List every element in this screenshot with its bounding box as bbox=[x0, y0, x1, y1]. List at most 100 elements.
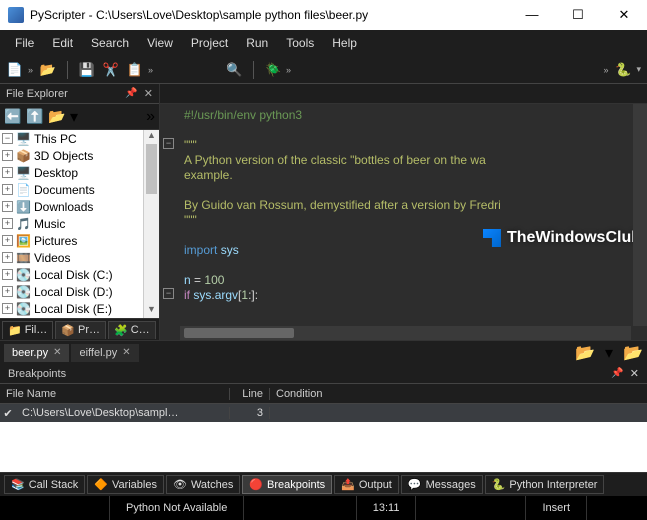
expand-icon[interactable]: + bbox=[2, 150, 13, 161]
code-line[interactable]: By Guido van Rossum, demystified after a… bbox=[184, 198, 631, 213]
expand-icon[interactable]: + bbox=[2, 167, 13, 178]
tree-item[interactable]: +⬇️Downloads bbox=[0, 198, 159, 215]
open-folder-icon[interactable]: 📂 bbox=[575, 343, 595, 363]
code-line[interactable]: """ bbox=[184, 138, 631, 153]
tab-file-explorer[interactable]: 📁Fil… bbox=[2, 321, 53, 339]
tool-tab-output[interactable]: 📤Output bbox=[334, 475, 399, 494]
expand-icon[interactable]: + bbox=[2, 184, 13, 195]
code-line[interactable] bbox=[184, 183, 631, 198]
code-line[interactable]: example. bbox=[184, 168, 631, 183]
debug-icon[interactable]: 🪲 bbox=[264, 61, 282, 79]
tree-scrollbar[interactable]: ▲ ▼ bbox=[143, 130, 159, 318]
editor-tab[interactable]: beer.py✕ bbox=[4, 344, 69, 362]
tree-item[interactable]: +🖼️Pictures bbox=[0, 232, 159, 249]
tree-item[interactable]: +📄Documents bbox=[0, 181, 159, 198]
col-file-name[interactable]: File Name bbox=[0, 388, 230, 400]
expand-icon[interactable]: + bbox=[2, 235, 13, 246]
code-line[interactable]: if sys.argv[1:]: bbox=[184, 288, 631, 303]
code-line[interactable]: A Python version of the classic "bottles… bbox=[184, 153, 631, 168]
code-line[interactable] bbox=[184, 258, 631, 273]
code-line[interactable] bbox=[184, 228, 631, 243]
open-file-icon[interactable]: 📂 bbox=[39, 61, 57, 79]
tree-root[interactable]: − 🖥️ This PC bbox=[0, 130, 159, 147]
chevron-down-icon[interactable]: » bbox=[146, 108, 155, 126]
tab-code[interactable]: 🧩C… bbox=[108, 321, 156, 339]
tree-item[interactable]: +🎵Music bbox=[0, 215, 159, 232]
chevron-down-icon[interactable]: ▾ bbox=[605, 343, 613, 363]
editor-v-scrollbar[interactable] bbox=[633, 104, 647, 326]
scroll-thumb[interactable] bbox=[184, 328, 294, 338]
search-icon[interactable]: 🔍 bbox=[225, 61, 243, 79]
menu-edit[interactable]: Edit bbox=[45, 33, 80, 53]
menu-run[interactable]: Run bbox=[239, 33, 275, 53]
tree-item[interactable]: +📦3D Objects bbox=[0, 147, 159, 164]
check-icon[interactable]: ✔ bbox=[0, 407, 16, 420]
close-button[interactable]: ✕ bbox=[609, 7, 639, 23]
menu-search[interactable]: Search bbox=[84, 33, 136, 53]
pin-icon[interactable]: 📌 bbox=[125, 88, 137, 99]
tree-item[interactable]: +💽Local Disk (D:) bbox=[0, 283, 159, 300]
open-icon[interactable]: 📂 bbox=[623, 343, 643, 363]
collapse-icon[interactable]: − bbox=[2, 133, 13, 144]
fold-icon[interactable]: − bbox=[163, 138, 174, 149]
maximize-button[interactable]: ☐ bbox=[563, 7, 593, 23]
fold-icon[interactable]: − bbox=[163, 288, 174, 299]
cut-icon[interactable]: ✂️ bbox=[102, 61, 120, 79]
menu-project[interactable]: Project bbox=[184, 33, 235, 53]
chevron-down-icon[interactable]: » bbox=[603, 65, 608, 75]
tool-tab-messages[interactable]: 💬Messages bbox=[401, 475, 483, 494]
close-tab-icon[interactable]: ✕ bbox=[53, 347, 61, 358]
menu-help[interactable]: Help bbox=[325, 33, 364, 53]
expand-icon[interactable]: + bbox=[2, 201, 13, 212]
chevron-down-icon[interactable]: » bbox=[286, 65, 291, 75]
new-file-icon[interactable]: 📄 bbox=[6, 61, 24, 79]
tree-item[interactable]: +💽Local Disk (C:) bbox=[0, 266, 159, 283]
tab-project[interactable]: 📦Pr… bbox=[55, 321, 106, 339]
close-icon[interactable]: ✕ bbox=[630, 367, 639, 380]
col-line[interactable]: Line bbox=[230, 388, 270, 400]
copy-icon[interactable]: 📋 bbox=[126, 61, 144, 79]
code-line[interactable]: """ bbox=[184, 213, 631, 228]
editor-tab[interactable]: eiffel.py✕ bbox=[71, 344, 138, 362]
minimize-button[interactable]: — bbox=[517, 7, 547, 23]
tool-tab-python-interpreter[interactable]: 🐍Python Interpreter bbox=[485, 475, 605, 494]
close-icon[interactable]: ✕ bbox=[144, 87, 153, 100]
scroll-up-icon[interactable]: ▲ bbox=[144, 130, 159, 144]
tool-tab-call-stack[interactable]: 📚Call Stack bbox=[4, 475, 85, 494]
pin-icon[interactable]: 📌 bbox=[611, 368, 623, 379]
tool-tab-watches[interactable]: 👁Watches bbox=[166, 475, 240, 494]
menu-file[interactable]: File bbox=[8, 33, 41, 53]
expand-icon[interactable]: + bbox=[2, 269, 13, 280]
tool-tab-variables[interactable]: 🔶Variables bbox=[87, 475, 164, 494]
tree-item[interactable]: +💽Local Disk (E:) bbox=[0, 300, 159, 317]
chevron-down-icon[interactable]: ▾ bbox=[636, 64, 641, 75]
browse-icon[interactable]: 📂 bbox=[48, 108, 66, 126]
expand-icon[interactable]: + bbox=[2, 303, 13, 314]
code-editor[interactable]: − − #!/usr/bin/env python3"""A Python ve… bbox=[160, 104, 647, 340]
scroll-thumb[interactable] bbox=[146, 144, 157, 194]
up-icon[interactable]: ⬆️ bbox=[26, 108, 44, 126]
file-tree[interactable]: − 🖥️ This PC +📦3D Objects+🖥️Desktop+📄Doc… bbox=[0, 130, 159, 318]
expand-icon[interactable]: + bbox=[2, 218, 13, 229]
python-icon[interactable]: 🐍 bbox=[614, 61, 632, 79]
tree-item[interactable]: +🖥️Desktop bbox=[0, 164, 159, 181]
save-icon[interactable]: 💾 bbox=[78, 61, 96, 79]
menu-view[interactable]: View bbox=[140, 33, 180, 53]
col-condition[interactable]: Condition bbox=[270, 388, 647, 400]
chevron-down-icon[interactable]: » bbox=[28, 65, 33, 75]
close-tab-icon[interactable]: ✕ bbox=[122, 347, 130, 358]
tool-tab-breakpoints[interactable]: 🔴Breakpoints bbox=[242, 475, 332, 494]
menu-tools[interactable]: Tools bbox=[279, 33, 321, 53]
code-line[interactable] bbox=[184, 123, 631, 138]
code-line[interactable]: #!/usr/bin/env python3 bbox=[184, 108, 631, 123]
chevron-down-icon[interactable]: » bbox=[148, 65, 153, 75]
breakpoint-row[interactable]: ✔ C:\Users\Love\Desktop\sampl… 3 bbox=[0, 404, 647, 422]
expand-icon[interactable]: + bbox=[2, 286, 13, 297]
editor-h-scrollbar[interactable] bbox=[180, 326, 631, 340]
tree-item[interactable]: +🎞️Videos bbox=[0, 249, 159, 266]
scroll-down-icon[interactable]: ▼ bbox=[144, 304, 159, 318]
back-icon[interactable]: ⬅️ bbox=[4, 108, 22, 126]
code-line[interactable]: n = 100 bbox=[184, 273, 631, 288]
code-line[interactable]: import sys bbox=[184, 243, 631, 258]
expand-icon[interactable]: + bbox=[2, 252, 13, 263]
